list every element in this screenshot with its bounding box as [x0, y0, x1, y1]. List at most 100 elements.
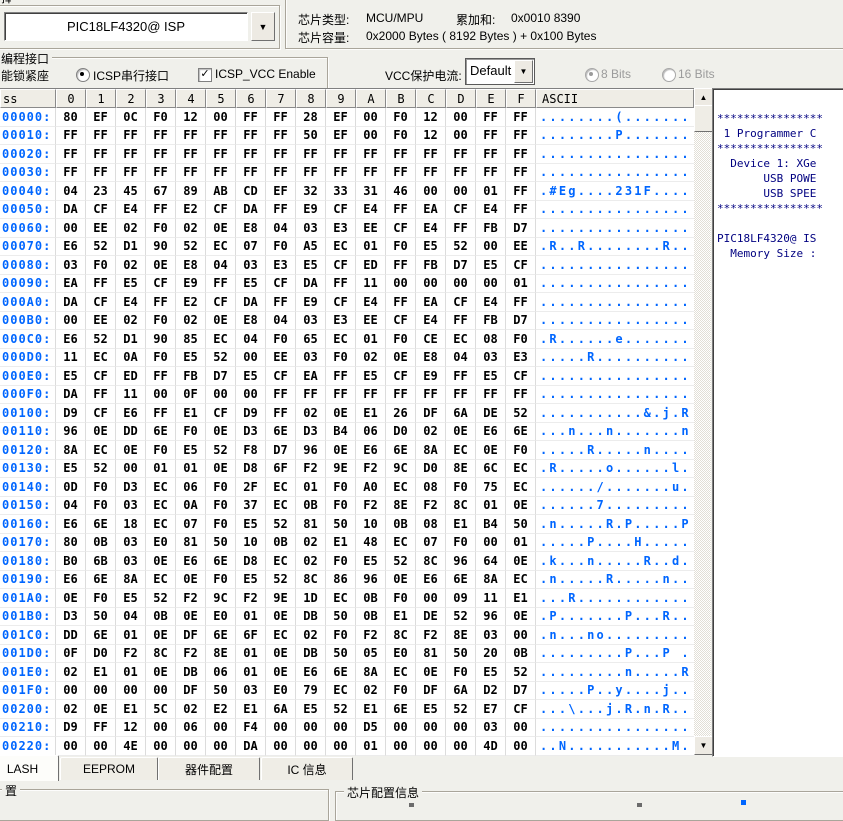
byte-cell[interactable]: EC	[206, 238, 236, 257]
icsp-vcc-enable-label[interactable]: ICSP_VCC Enable	[215, 67, 316, 81]
byte-cell[interactable]: 04	[56, 497, 86, 516]
byte-cell[interactable]: 00	[506, 719, 536, 738]
hex-column-header-F[interactable]: F	[506, 89, 536, 108]
byte-cell[interactable]: FF	[326, 164, 356, 183]
byte-cell[interactable]: D9	[56, 719, 86, 738]
byte-cell[interactable]: 01	[236, 645, 266, 664]
byte-cell[interactable]: DA	[56, 386, 86, 405]
byte-cell[interactable]: EC	[86, 349, 116, 368]
byte-cell[interactable]: E4	[476, 201, 506, 220]
hex-row-00110[interactable]: 00110:960EDD6EF00ED36ED3B406D0020EE66E..…	[0, 423, 694, 442]
byte-cell[interactable]: E6	[56, 515, 86, 534]
byte-cell[interactable]: FF	[446, 219, 476, 238]
byte-cell[interactable]: 02	[416, 423, 446, 442]
byte-cell[interactable]: 8C	[296, 571, 326, 590]
byte-cell[interactable]: DA	[236, 737, 266, 756]
byte-cell[interactable]: F0	[146, 441, 176, 460]
byte-cell[interactable]: FF	[266, 293, 296, 312]
hex-row-001B0[interactable]: 001B0:D350040B0EE0010EDB500BE1DE52960E.P…	[0, 608, 694, 627]
byte-cell[interactable]: E6	[176, 552, 206, 571]
byte-cell[interactable]: F0	[446, 663, 476, 682]
address-column-header[interactable]: ss	[0, 89, 56, 108]
byte-cell[interactable]: E1	[236, 700, 266, 719]
byte-cell[interactable]: 6B	[86, 552, 116, 571]
byte-cell[interactable]: 8E	[386, 497, 416, 516]
byte-cell[interactable]: FF	[386, 256, 416, 275]
byte-cell[interactable]: 1D	[296, 589, 326, 608]
byte-cell[interactable]: D0	[386, 423, 416, 442]
byte-cell[interactable]: E6	[356, 441, 386, 460]
byte-cell[interactable]: FF	[506, 386, 536, 405]
byte-cell[interactable]: B0	[56, 552, 86, 571]
byte-cell[interactable]: 6E	[146, 423, 176, 442]
byte-cell[interactable]: E1	[86, 663, 116, 682]
byte-cell[interactable]: E0	[206, 608, 236, 627]
byte-cell[interactable]: EC	[386, 534, 416, 553]
byte-cell[interactable]: 03	[236, 682, 266, 701]
byte-cell[interactable]: CF	[206, 404, 236, 423]
byte-cell[interactable]: EC	[146, 497, 176, 516]
byte-cell[interactable]: CF	[86, 201, 116, 220]
hex-column-header-9[interactable]: 9	[326, 89, 356, 108]
byte-cell[interactable]: E4	[116, 293, 146, 312]
byte-cell[interactable]: E5	[236, 571, 266, 590]
byte-cell[interactable]: 0A	[176, 497, 206, 516]
hex-row-00120[interactable]: 00120:8AEC0EF0E552F8D7960EE66E8AEC0EF0..…	[0, 441, 694, 460]
byte-cell[interactable]: EC	[446, 441, 476, 460]
byte-cell[interactable]: E4	[416, 219, 446, 238]
byte-cell[interactable]: 0E	[206, 460, 236, 479]
byte-cell[interactable]: F8	[236, 441, 266, 460]
hex-row-000E0[interactable]: 000E0:E5CFEDFFFBD7E5CFEAFFE5CFE9FFE5CF..…	[0, 367, 694, 386]
byte-cell[interactable]: 0A	[116, 349, 146, 368]
hex-column-header-C[interactable]: C	[416, 89, 446, 108]
byte-cell[interactable]: 2F	[236, 478, 266, 497]
byte-cell[interactable]: 6E	[326, 663, 356, 682]
byte-cell[interactable]: DA	[56, 201, 86, 220]
byte-cell[interactable]: 00	[146, 737, 176, 756]
byte-cell[interactable]: EC	[146, 478, 176, 497]
byte-cell[interactable]: D3	[296, 423, 326, 442]
byte-cell[interactable]: FF	[56, 164, 86, 183]
icsp-serial-radio[interactable]	[76, 68, 90, 82]
byte-cell[interactable]: FF	[86, 164, 116, 183]
byte-cell[interactable]: E5	[176, 349, 206, 368]
byte-cell[interactable]: DA	[236, 201, 266, 220]
byte-cell[interactable]: 00	[416, 182, 446, 201]
byte-cell[interactable]: CF	[446, 293, 476, 312]
byte-cell[interactable]: 0E	[116, 441, 146, 460]
byte-cell[interactable]: 05	[356, 645, 386, 664]
icsp-serial-radio-label[interactable]: ICSP串行接口	[93, 67, 169, 84]
byte-cell[interactable]: 50	[326, 515, 356, 534]
byte-cell[interactable]: DF	[416, 404, 446, 423]
byte-cell[interactable]: 06	[206, 663, 236, 682]
byte-cell[interactable]: EC	[326, 330, 356, 349]
byte-cell[interactable]: CF	[506, 367, 536, 386]
byte-cell[interactable]: 00	[206, 108, 236, 127]
byte-cell[interactable]: 28	[296, 108, 326, 127]
byte-cell[interactable]: 96	[56, 423, 86, 442]
byte-cell[interactable]: 6A	[446, 404, 476, 423]
byte-cell[interactable]: E6	[296, 663, 326, 682]
byte-cell[interactable]: EF	[266, 182, 296, 201]
byte-cell[interactable]: 75	[476, 478, 506, 497]
hex-column-header-1[interactable]: 1	[86, 89, 116, 108]
hex-row-00220[interactable]: 00220:00004E000000DA000000010000004D00..…	[0, 737, 694, 756]
byte-cell[interactable]: FF	[86, 719, 116, 738]
scrollbar-thumb[interactable]	[694, 105, 713, 132]
byte-cell[interactable]: FF	[266, 145, 296, 164]
byte-cell[interactable]: 01	[116, 663, 146, 682]
byte-cell[interactable]: FF	[386, 386, 416, 405]
byte-cell[interactable]: 52	[446, 608, 476, 627]
byte-cell[interactable]: 04	[446, 349, 476, 368]
byte-cell[interactable]: F2	[416, 497, 446, 516]
icsp-vcc-enable-checkbox[interactable]: ✓	[198, 68, 212, 82]
byte-cell[interactable]: E5	[236, 367, 266, 386]
byte-cell[interactable]: 06	[176, 719, 206, 738]
byte-cell[interactable]: 01	[296, 478, 326, 497]
byte-cell[interactable]: EC	[146, 515, 176, 534]
hex-row-00160[interactable]: 00160:E66E18EC07F0E5528150100B08E1B450.n…	[0, 515, 694, 534]
hex-row-00030[interactable]: 00030:FFFFFFFFFFFFFFFFFFFFFFFFFFFFFFFF..…	[0, 164, 694, 183]
byte-cell[interactable]: 9E	[326, 460, 356, 479]
byte-cell[interactable]: 0B	[266, 534, 296, 553]
byte-cell[interactable]: FF	[56, 145, 86, 164]
